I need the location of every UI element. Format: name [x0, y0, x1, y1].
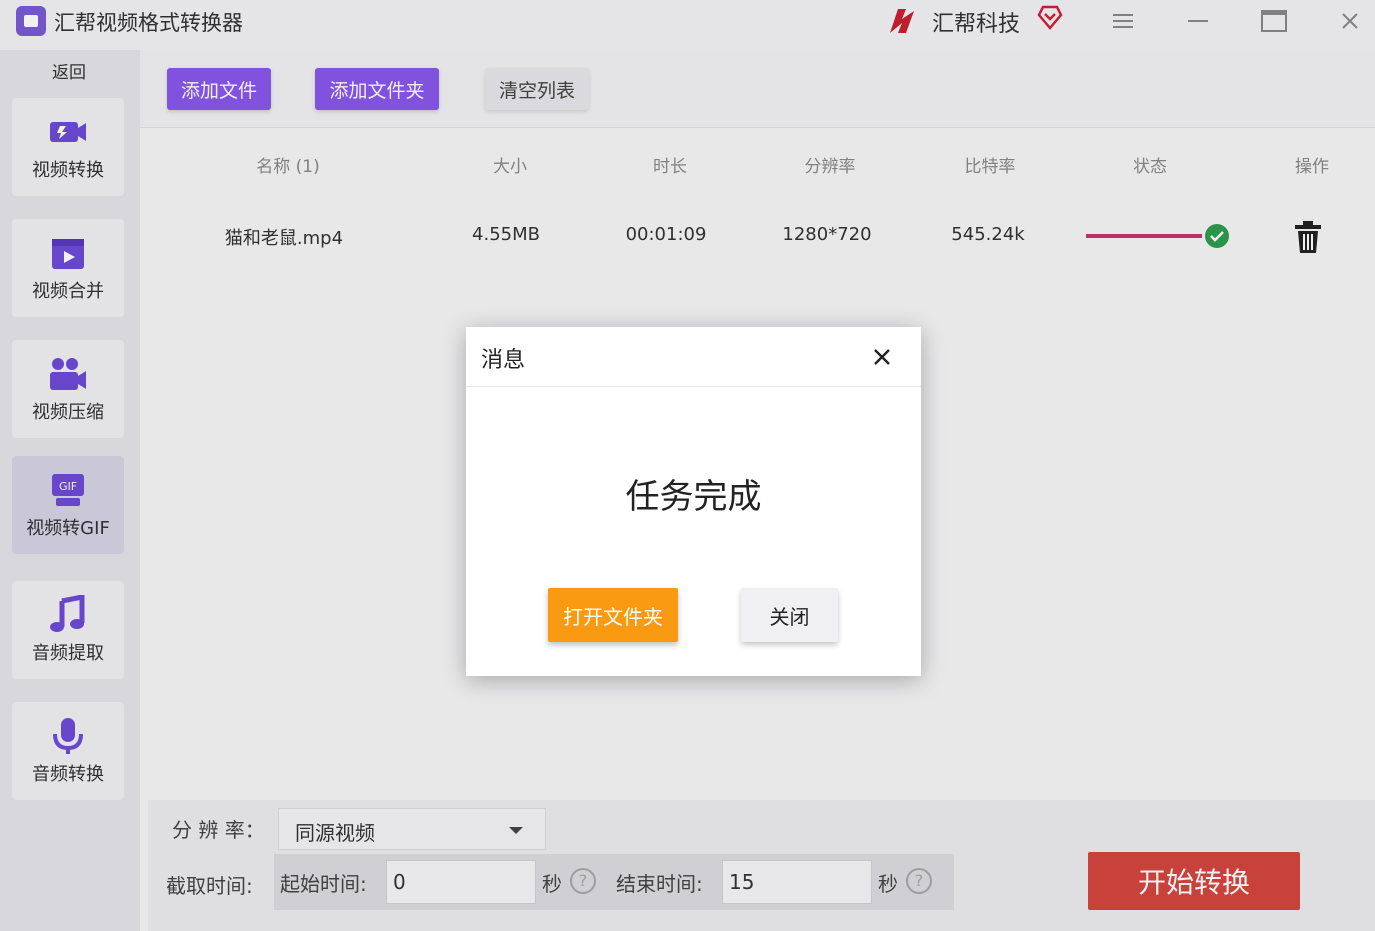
- dialog-title: 消息: [481, 348, 526, 373]
- message-dialog: 消息 任务完成 打开文件夹 关闭: [466, 327, 921, 676]
- close-button[interactable]: 关闭: [741, 588, 838, 642]
- open-folder-button[interactable]: 打开文件夹: [548, 588, 678, 642]
- dialog-divider: [466, 386, 921, 387]
- dialog-message: 任务完成: [625, 477, 762, 517]
- close-icon[interactable]: [870, 345, 894, 369]
